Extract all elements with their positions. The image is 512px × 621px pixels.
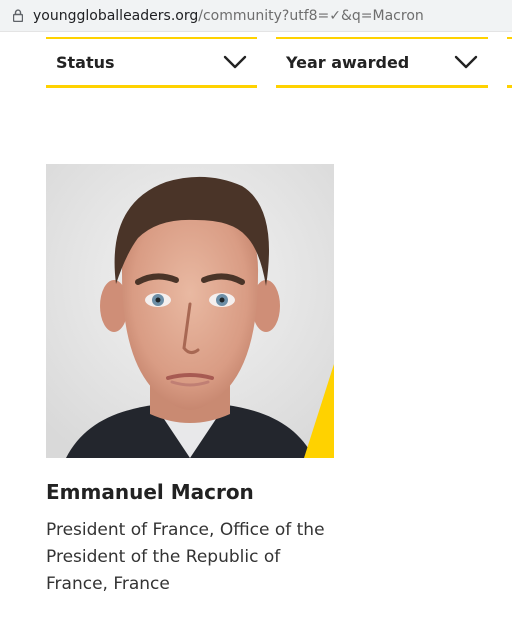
portrait-image [46,164,334,458]
year-awarded-filter-dropdown[interactable]: Year awarded [276,37,488,88]
year-awarded-filter-label: Year awarded [286,52,410,72]
url-text[interactable]: younggloballeaders.org/community?utf8=✓&… [33,8,424,24]
person-name[interactable]: Emmanuel Macron [46,480,334,504]
chevron-down-icon [454,55,478,69]
person-role: President of France, Office of the Presi… [46,520,325,594]
filter-bar: Status Year awarded [0,32,512,92]
address-bar[interactable]: younggloballeaders.org/community?utf8=✓&… [0,0,512,32]
next-filter-dropdown-partial[interactable] [507,37,512,88]
status-filter-label: Status [56,52,115,72]
profile-photo[interactable] [46,164,334,458]
url-path: /community?utf8=✓&q=Macron [198,7,424,24]
url-domain: younggloballeaders.org [33,7,199,24]
chevron-down-icon [223,55,247,69]
lock-icon [13,9,23,22]
status-filter-dropdown[interactable]: Status [46,37,257,88]
result-card[interactable]: Emmanuel Macron President of France, Off… [46,164,334,598]
